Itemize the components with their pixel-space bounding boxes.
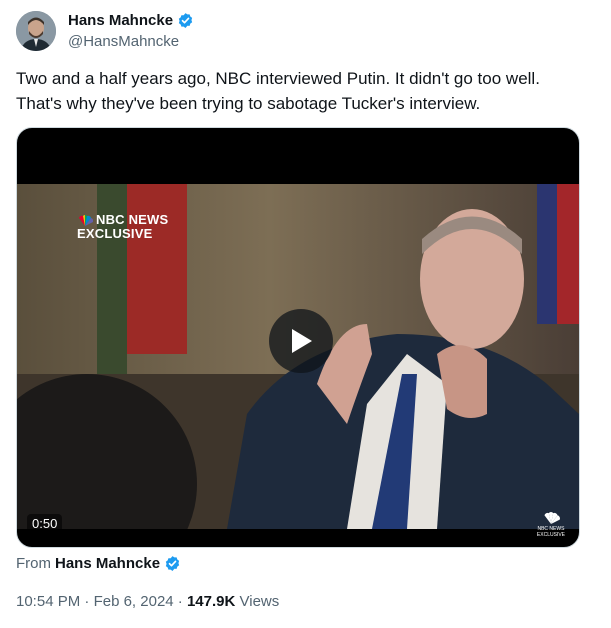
- author-name-row[interactable]: Hans Mahncke: [68, 12, 194, 29]
- nbc-peacock-icon: [79, 214, 93, 226]
- tweet-date[interactable]: Feb 6, 2024: [94, 593, 174, 610]
- verified-badge-icon: [177, 12, 194, 29]
- author-avatar[interactable]: [16, 11, 56, 51]
- media-source-attribution: From Hans Mahncke: [16, 555, 181, 572]
- overlay-line2: EXCLUSIVE: [77, 226, 153, 241]
- tweet-text: Two and a half years ago, NBC interviewe…: [16, 69, 540, 113]
- views-label: Views: [239, 593, 280, 610]
- author-display-name[interactable]: Hans Mahncke: [68, 12, 173, 29]
- views-count[interactable]: 147.9K: [187, 593, 235, 610]
- meta-separator: ·: [177, 593, 183, 610]
- nbc-corner-peacock-icon: [544, 512, 560, 524]
- tweet-metadata: 10:54 PM · Feb 6, 2024 · 147.9K Views: [16, 593, 279, 610]
- play-button[interactable]: [269, 309, 333, 373]
- nbc-corner-logo: NBC NEWS EXCLUSIVE: [537, 512, 565, 538]
- source-verified-badge-icon: [164, 555, 181, 572]
- tweet-time[interactable]: 10:54 PM: [16, 593, 80, 610]
- video-duration: 0:50: [27, 514, 63, 533]
- from-name-link[interactable]: Hans Mahncke: [55, 555, 160, 572]
- play-icon: [292, 329, 312, 353]
- overlay-line1: NBC NEWS: [96, 212, 169, 227]
- corner-logo-line2: EXCLUSIVE: [536, 532, 565, 538]
- author-handle[interactable]: @HansMahncke: [68, 33, 179, 50]
- nbc-news-exclusive-overlay: NBC NEWS EXCLUSIVE: [77, 213, 168, 241]
- video-player[interactable]: NBC NEWS EXCLUSIVE 0:50 NBC NEWS EXCLUSI…: [16, 127, 580, 548]
- from-prefix: From: [16, 555, 51, 572]
- meta-separator: ·: [84, 593, 90, 610]
